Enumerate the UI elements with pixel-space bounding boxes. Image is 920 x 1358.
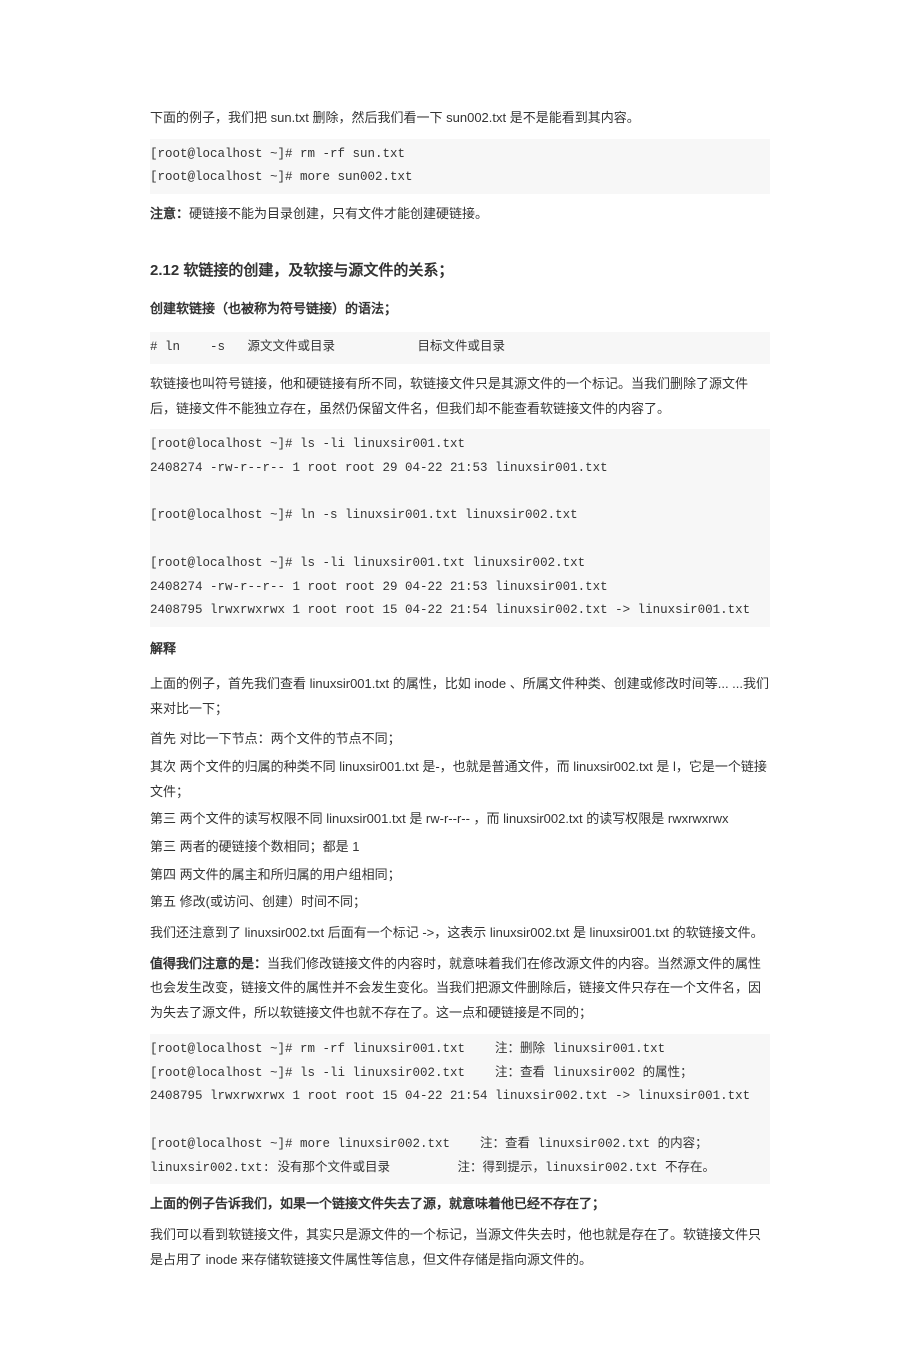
- code-line: 2408274 -rw-r--r-- 1 root root 29 04-22 …: [150, 576, 770, 600]
- compare-item-2: 其次 两个文件的归属的种类不同 linuxsir001.txt 是-，也就是普通…: [150, 755, 770, 804]
- code-block-2: # ln -s 源文文件或目录 目标文件或目录: [150, 332, 770, 364]
- important-note: 值得我们注意的是：当我们修改链接文件的内容时，就意味着我们在修改源文件的内容。当…: [150, 952, 770, 1026]
- code-line: [root@localhost ~]# ls -li linuxsir001.t…: [150, 433, 770, 457]
- subheading-explain: 解释: [150, 637, 770, 662]
- softlink-description: 软链接也叫符号链接，他和硬链接有所不同，软链接文件只是其源文件的一个标记。当我们…: [150, 372, 770, 421]
- compare-item-4: 第三 两者的硬链接个数相同；都是 1: [150, 835, 770, 860]
- note-paragraph: 注意：硬链接不能为目录创建，只有文件才能创建硬链接。: [150, 202, 770, 227]
- code-line: 2408274 -rw-r--r-- 1 root root 29 04-22 …: [150, 457, 770, 481]
- arrow-note: 我们还注意到了 linuxsir002.txt 后面有一个标记 ->，这表示 l…: [150, 921, 770, 946]
- code-line: [root@localhost ~]# more sun002.txt: [150, 166, 770, 190]
- code-line: linuxsir002.txt: 没有那个文件或目录 注：得到提示，linuxs…: [150, 1157, 770, 1181]
- code-block-3: [root@localhost ~]# ls -li linuxsir001.t…: [150, 429, 770, 627]
- code-line: [150, 481, 770, 505]
- subheading-syntax: 创建软链接（也被称为符号链接）的语法；: [150, 297, 770, 322]
- code-line: [150, 1109, 770, 1133]
- final-paragraph: 我们可以看到软链接文件，其实只是源文件的一个标记，当源文件失去时，他也就是存在了…: [150, 1223, 770, 1272]
- section-heading-212: 2.12 软链接的创建，及软接与源文件的关系；: [150, 257, 770, 286]
- code-line: 2408795 lrwxrwxrwx 1 root root 15 04-22 …: [150, 1085, 770, 1109]
- important-label: 值得我们注意的是：: [150, 956, 267, 971]
- compare-item-3: 第三 两个文件的读写权限不同 linuxsir001.txt 是 rw-r--r…: [150, 807, 770, 832]
- code-line: 2408795 lrwxrwxrwx 1 root root 15 04-22 …: [150, 599, 770, 623]
- code-line: # ln -s 源文文件或目录 目标文件或目录: [150, 336, 770, 360]
- explain-paragraph: 上面的例子，首先我们查看 linuxsir001.txt 的属性，比如 inod…: [150, 672, 770, 721]
- code-line: [root@localhost ~]# ln -s linuxsir001.tx…: [150, 504, 770, 528]
- code-line: [root@localhost ~]# ls -li linuxsir002.t…: [150, 1062, 770, 1086]
- code-block-4: [root@localhost ~]# rm -rf linuxsir001.t…: [150, 1034, 770, 1185]
- note-label: 注意：: [150, 206, 189, 221]
- code-line: [root@localhost ~]# more linuxsir002.txt…: [150, 1133, 770, 1157]
- intro-paragraph: 下面的例子，我们把 sun.txt 删除，然后我们看一下 sun002.txt …: [150, 106, 770, 131]
- compare-item-6: 第五 修改(或访问、创建）时间不同；: [150, 890, 770, 915]
- conclusion-bold: 上面的例子告诉我们，如果一个链接文件失去了源，就意味着他已经不存在了；: [150, 1192, 770, 1217]
- compare-item-1: 首先 对比一下节点：两个文件的节点不同；: [150, 727, 770, 752]
- code-block-1: [root@localhost ~]# rm -rf sun.txt [root…: [150, 139, 770, 195]
- code-line: [root@localhost ~]# ls -li linuxsir001.t…: [150, 552, 770, 576]
- compare-item-5: 第四 两文件的属主和所归属的用户组相同；: [150, 863, 770, 888]
- code-line: [150, 528, 770, 552]
- note-text: 硬链接不能为目录创建，只有文件才能创建硬链接。: [189, 206, 488, 221]
- code-line: [root@localhost ~]# rm -rf sun.txt: [150, 143, 770, 167]
- code-line: [root@localhost ~]# rm -rf linuxsir001.t…: [150, 1038, 770, 1062]
